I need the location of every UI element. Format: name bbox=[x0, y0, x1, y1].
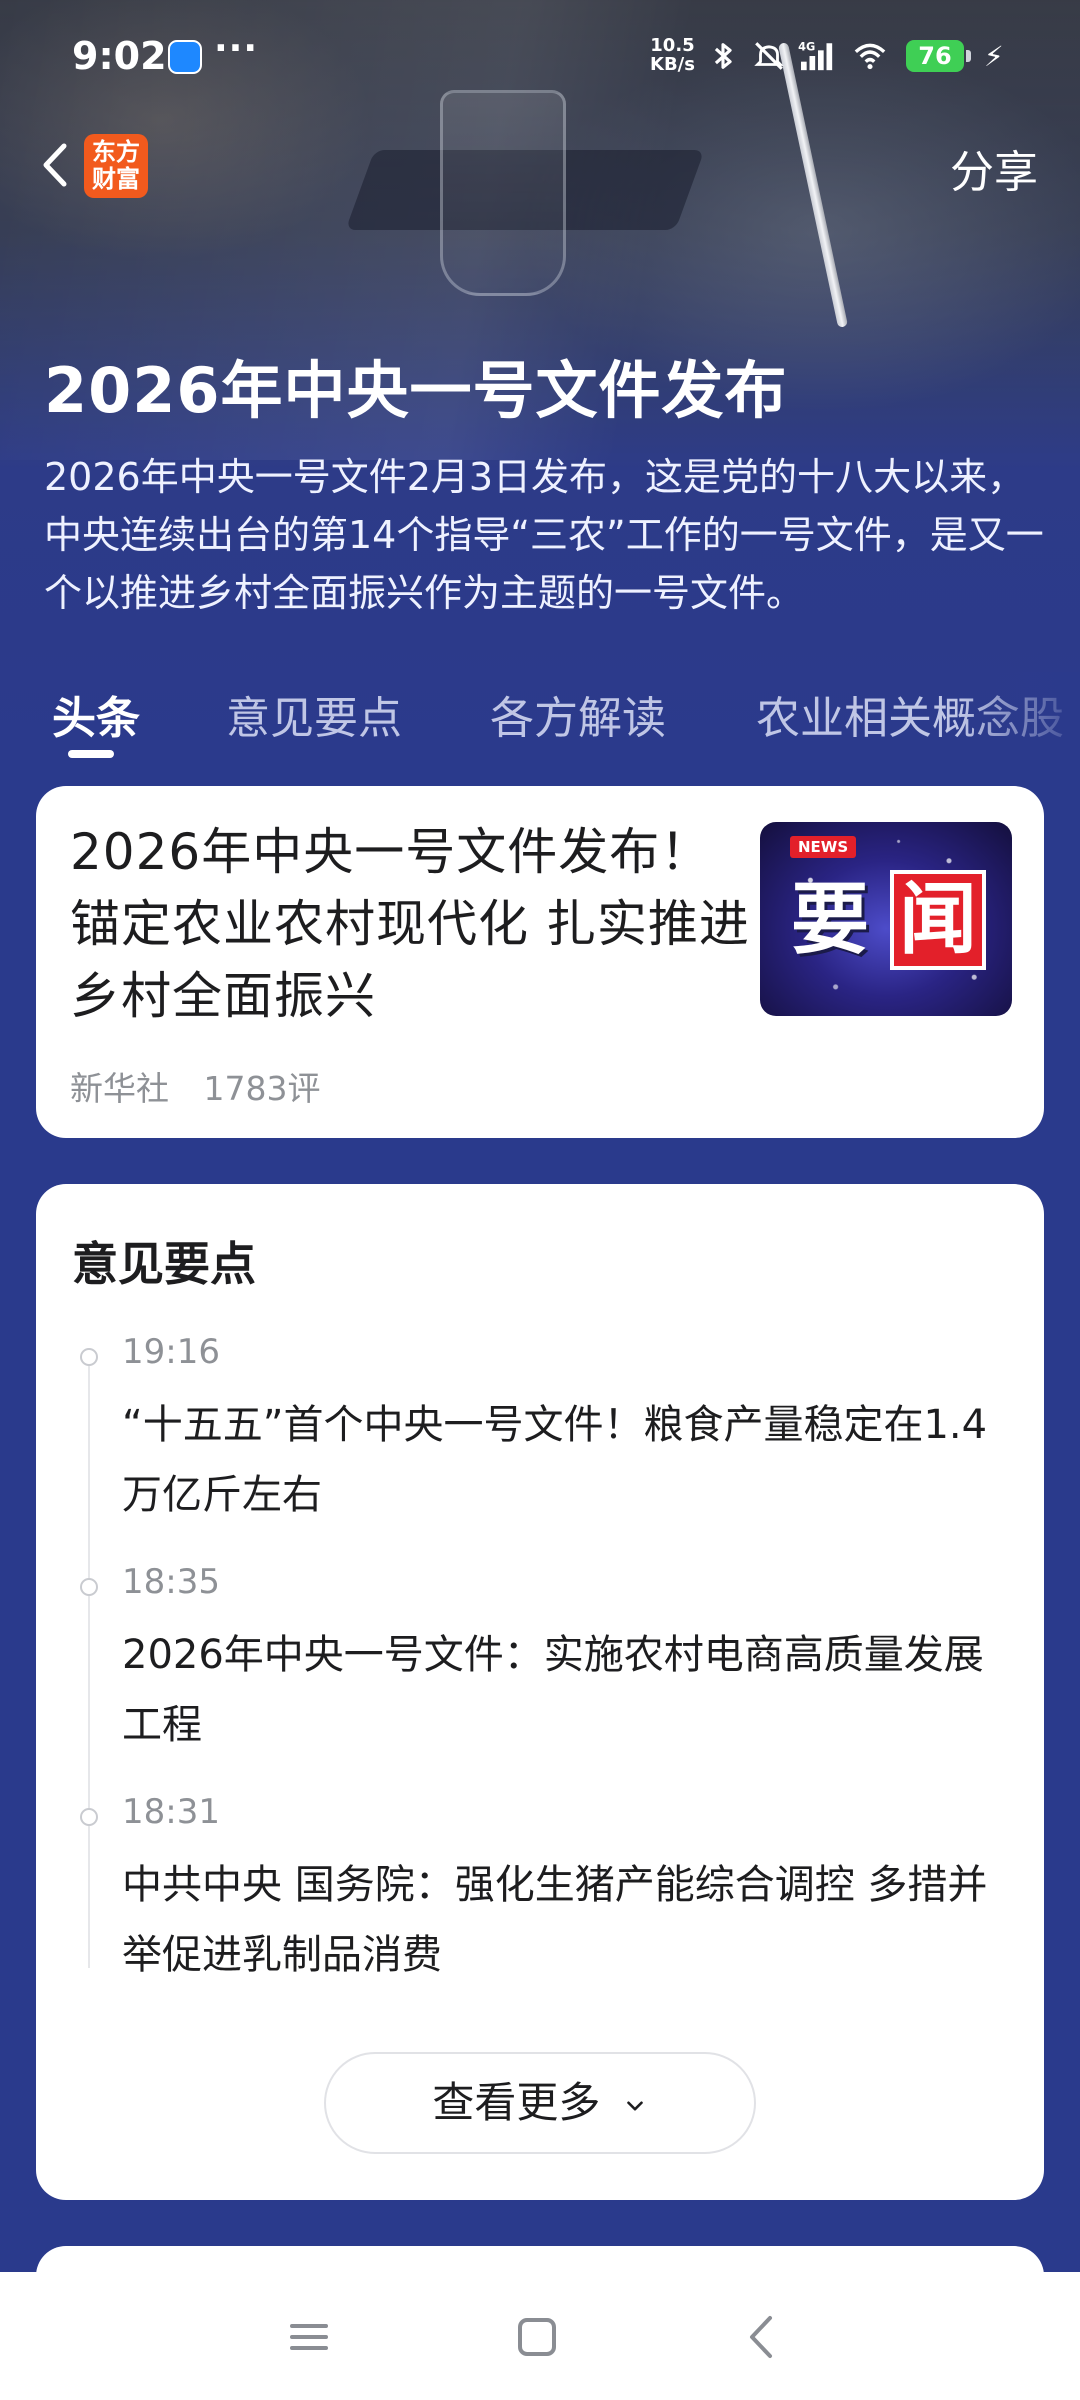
page-title: 2026年中央一号文件发布 bbox=[44, 354, 788, 427]
status-time: 9:02 bbox=[72, 34, 167, 78]
view-more-label: 查看更多 bbox=[432, 2078, 601, 2127]
more-notifications-icon: ··· bbox=[214, 28, 259, 69]
timeline-time: 18:31 bbox=[122, 1792, 220, 1832]
logo-line2: 财富 bbox=[92, 165, 140, 193]
timeline-text[interactable]: 中共中央 国务院：强化生猪产能综合调控 多措并举促进乳制品消费 bbox=[122, 1850, 1022, 1990]
status-bar: 9:02 ··· 10.5 KB/s 4G 76 ⚡ bbox=[0, 0, 1080, 118]
headline-title[interactable]: 2026年中央一号文件发布！锚定农业农村现代化 扎实推进乡村全面振兴 bbox=[70, 816, 750, 1032]
headline-card[interactable]: 2026年中央一号文件发布！锚定农业农村现代化 扎实推进乡村全面振兴 新华社 1… bbox=[36, 786, 1044, 1138]
network-speed: 10.5 KB/s bbox=[650, 36, 695, 74]
timeline-line bbox=[88, 1356, 90, 1968]
network-speed-unit: KB/s bbox=[650, 54, 695, 75]
thumbnail-char-wen: 闻 bbox=[890, 870, 986, 970]
system-nav-bar bbox=[0, 2272, 1080, 2400]
timeline-time: 19:16 bbox=[122, 1332, 220, 1372]
tab-key-points[interactable]: 意见要点 bbox=[226, 682, 402, 746]
tab-interpretations[interactable]: 各方解读 bbox=[490, 682, 666, 746]
headline-comment-count: 1783评 bbox=[203, 1069, 321, 1108]
share-button[interactable]: 分享 bbox=[950, 136, 1038, 200]
bluetooth-icon bbox=[714, 43, 732, 69]
timeline-dot bbox=[80, 1348, 98, 1366]
mute-icon bbox=[754, 42, 784, 70]
photo-glass-shape bbox=[440, 90, 566, 296]
notification-app-icon bbox=[168, 40, 202, 74]
back-nav-icon[interactable] bbox=[728, 2302, 798, 2372]
status-icons: 4G 76 ⚡ bbox=[706, 36, 1004, 76]
headline-meta: 新华社 1783评 bbox=[70, 1062, 344, 1110]
timeline-dot bbox=[80, 1808, 98, 1826]
home-icon[interactable] bbox=[502, 2302, 572, 2372]
topic-description: 2026年中央一号文件2月3日发布，这是党的十八大以来，中央连续出台的第14个指… bbox=[44, 455, 1044, 615]
battery-icon: 76 bbox=[906, 40, 971, 72]
key-points-card: 意见要点 19:16 “十五五”首个中央一号文件！粮食产量稳定在1.4万亿斤左右… bbox=[36, 1184, 1044, 2200]
tab-fade-overlay bbox=[960, 672, 1080, 752]
timeline-text[interactable]: 2026年中央一号文件：实施农村电商高质量发展工程 bbox=[122, 1620, 1022, 1760]
view-more-button[interactable]: 查看更多 bbox=[324, 2052, 756, 2154]
signal-label: 4G bbox=[798, 39, 815, 53]
topic-tabs: 头条 意见要点 各方解读 农业相关概念股 bbox=[0, 672, 1080, 762]
headline-thumbnail[interactable]: NEWS 要 闻 bbox=[760, 822, 1012, 1016]
key-points-title: 意见要点 bbox=[72, 1237, 256, 1291]
signal-icon: 4G bbox=[798, 39, 833, 71]
active-tab-indicator bbox=[68, 750, 114, 758]
tab-headlines[interactable]: 头条 bbox=[52, 682, 140, 746]
logo-line1: 东方 bbox=[92, 138, 140, 166]
menu-icon[interactable] bbox=[274, 2302, 344, 2372]
timeline-text[interactable]: “十五五”首个中央一号文件！粮食产量稳定在1.4万亿斤左右 bbox=[122, 1390, 1022, 1530]
timeline-time: 18:35 bbox=[122, 1562, 220, 1602]
chevron-down-icon bbox=[626, 2100, 643, 2111]
wifi-icon bbox=[854, 43, 886, 70]
eastmoney-logo: 东方 财富 bbox=[84, 134, 148, 198]
back-button[interactable] bbox=[30, 130, 78, 200]
thumbnail-char-yao: 要 bbox=[790, 875, 869, 965]
network-speed-value: 10.5 bbox=[650, 35, 695, 56]
thumbnail-news-badge: NEWS bbox=[790, 836, 857, 858]
headline-source: 新华社 bbox=[70, 1069, 169, 1108]
charging-icon: ⚡ bbox=[984, 39, 1004, 73]
timeline-dot bbox=[80, 1578, 98, 1596]
